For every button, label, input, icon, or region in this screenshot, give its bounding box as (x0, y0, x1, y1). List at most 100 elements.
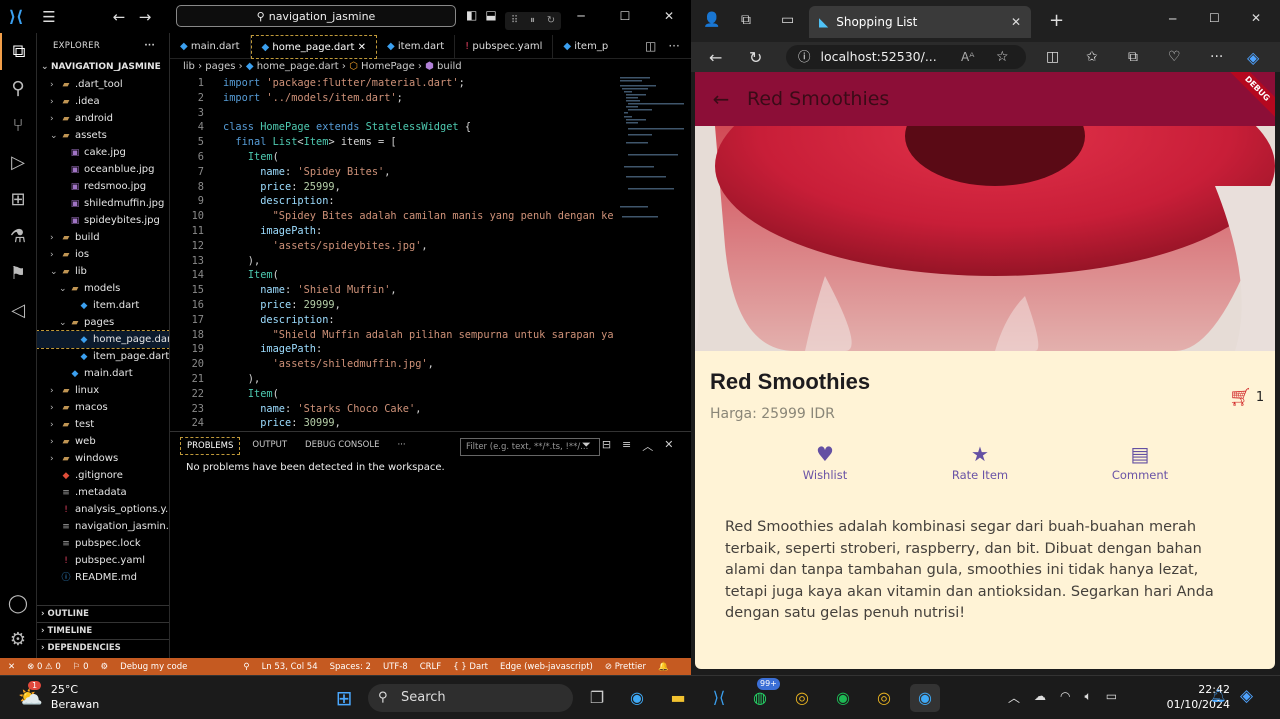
code-line[interactable]: 13 ), (170, 254, 620, 269)
tab-item-page[interactable]: ◆ item_p (553, 35, 618, 59)
tree-root[interactable]: ⌄ NAVIGATION_JASMINE (37, 59, 169, 76)
tree-item[interactable]: ▣ shiledmuffin.jpg (37, 195, 169, 212)
spotify-icon[interactable]: ◉ (828, 684, 858, 712)
bookmark-icon[interactable]: ⚑ (0, 255, 36, 292)
forward-arrow-icon[interactable]: → (132, 8, 158, 26)
code-line[interactable]: 1 import 'package:flutter/material.dart'; (170, 76, 620, 91)
code-line[interactable]: 5 final List<Item> items = [ (170, 135, 620, 150)
favorites-icon[interactable]: ✩ (1086, 49, 1098, 65)
debug-status[interactable]: Debug my code (120, 662, 187, 672)
tab-debug-console[interactable]: DEBUG CONSOLE (299, 437, 385, 455)
maximize-icon[interactable]: ☐ (1209, 11, 1220, 25)
filter-icon[interactable]: ⏷ (582, 438, 591, 454)
tree-item[interactable]: ◆ main.dart (37, 365, 169, 382)
split-editor-icon[interactable]: ◫ (645, 39, 656, 53)
file-explorer-icon[interactable]: ▬ (663, 684, 693, 712)
edge-active-icon[interactable]: ◉ (910, 684, 940, 712)
more-actions-icon[interactable]: ··· (668, 39, 679, 53)
problems-status[interactable]: ⊗ 0 ⚠ 0 (27, 662, 61, 672)
split-screen-icon[interactable]: ◫ (1046, 49, 1059, 65)
code-line[interactable]: 21 ), (170, 372, 620, 387)
code-line[interactable]: 10 "Spidey Bites adalah camilan manis ya… (170, 209, 620, 224)
back-arrow-icon[interactable]: ← (106, 8, 132, 26)
copilot-icon[interactable]: ◈ (1247, 48, 1259, 67)
indentation[interactable]: Spaces: 2 (330, 662, 371, 672)
tree-item[interactable]: ⓘ README.md (37, 569, 169, 586)
code-line[interactable]: 14 Item( (170, 268, 620, 283)
menu-icon[interactable]: ☰ (36, 8, 62, 26)
tree-item[interactable]: ⌄ ▰ assets (37, 127, 169, 144)
zoom-icon[interactable]: ⚲ (243, 662, 249, 672)
edge-app-icon[interactable]: ◉ (622, 684, 652, 712)
tree-item[interactable]: ◆ item.dart (37, 297, 169, 314)
collapse-all-icon[interactable]: ⊟ (602, 438, 611, 454)
command-center-search[interactable]: ⚲ navigation_jasmine (176, 5, 456, 27)
code-line[interactable]: 12 'assets/spideybites.jpg', (170, 239, 620, 254)
code-line[interactable]: 7 name: 'Spidey Bites', (170, 165, 620, 180)
language-mode[interactable]: { } Dart (453, 662, 488, 672)
tab-actions-icon[interactable]: ▭ (781, 12, 794, 28)
tree-item[interactable]: ⌄ ▰ pages (37, 314, 169, 331)
code-line[interactable]: 16 price: 29999, (170, 298, 620, 313)
explorer-icon[interactable]: ⧉ (0, 33, 36, 70)
battery-icon[interactable]: ▭ (1106, 689, 1117, 706)
workspaces-icon[interactable]: ⧉ (741, 12, 751, 28)
account-icon[interactable]: ◯ (0, 585, 36, 622)
browser-essentials-icon[interactable]: ♡ (1168, 49, 1181, 65)
wishlist-button[interactable]: ♥ Wishlist (775, 442, 875, 482)
run-debug-icon[interactable]: ▷ (0, 144, 36, 181)
tree-item[interactable]: ◆ item_page.dart (37, 348, 169, 365)
code-line[interactable]: 6 Item( (170, 150, 620, 165)
ports-status[interactable]: ⚐ 0 (73, 662, 89, 672)
tree-item[interactable]: ◆ home_page.dart (37, 330, 169, 349)
tree-item[interactable]: › ▰ linux (37, 382, 169, 399)
debug-target[interactable]: Edge (web-javascript) (500, 662, 593, 672)
code-line[interactable]: 3 (170, 106, 620, 121)
tree-item[interactable]: › ▰ web (37, 433, 169, 450)
code-line[interactable]: 22 Item( (170, 387, 620, 402)
copilot-icon[interactable]: ◈ (1240, 686, 1253, 706)
tree-item[interactable]: ▣ spideybites.jpg (37, 212, 169, 229)
dependencies-section[interactable]: › DEPENDENCIES (37, 639, 169, 656)
favorite-star-icon[interactable]: ☆ (996, 49, 1009, 65)
tree-item[interactable]: ◆ .gitignore (37, 467, 169, 484)
chrome-profile-icon[interactable]: ◎ (869, 684, 899, 712)
tree-item[interactable]: › ▰ test (37, 416, 169, 433)
code-line[interactable]: 24 price: 30999, (170, 416, 620, 431)
back-arrow-icon[interactable]: ← (709, 48, 722, 67)
maximize-icon[interactable]: ☐ (603, 0, 647, 33)
read-aloud-icon[interactable]: Aᴬ (961, 50, 974, 64)
encoding[interactable]: UTF-8 (383, 662, 408, 672)
tree-item[interactable]: › ▰ build (37, 229, 169, 246)
close-icon[interactable]: ✕ (1251, 11, 1261, 25)
weather-widget[interactable]: ⛅ 1 25°C Berawan (18, 681, 99, 712)
tree-item[interactable]: ⌄ ▰ lib (37, 263, 169, 280)
tree-item[interactable]: › ▰ windows (37, 450, 169, 467)
tab-item-dart[interactable]: ◆ item.dart (377, 35, 456, 59)
cloud-off-icon[interactable]: ☁ (1034, 689, 1046, 706)
tree-item[interactable]: ⌄ ▰ models (37, 280, 169, 297)
tree-item[interactable]: ! analysis_options.y... (37, 501, 169, 518)
breadcrumb-item[interactable]: build (437, 61, 462, 72)
code-line[interactable]: 15 name: 'Shield Muffin', (170, 283, 620, 298)
cart-indicator[interactable]: 🛒︎ 1 (1229, 387, 1264, 408)
close-tab-icon[interactable]: ✕ (358, 42, 366, 53)
tab-pubspec-yaml[interactable]: ! pubspec.yaml (455, 35, 554, 59)
toggle-sidebar-icon[interactable]: ◧ (466, 8, 477, 22)
outline-section[interactable]: › OUTLINE (37, 605, 169, 622)
toggle-panel-icon[interactable]: ⬓ (485, 8, 496, 22)
tab-problems[interactable]: PROBLEMS (180, 437, 241, 455)
tree-item[interactable]: ▣ cake.jpg (37, 144, 169, 161)
collections-icon[interactable]: ⧉ (1128, 49, 1138, 65)
tree-item[interactable]: ▣ oceanblue.jpg (37, 161, 169, 178)
prettier-status[interactable]: ⊘ Prettier (605, 662, 646, 672)
minimize-icon[interactable]: ─ (559, 0, 603, 33)
view-as-list-icon[interactable]: ≡ (622, 438, 631, 454)
volume-icon[interactable]: 🔈︎ (1085, 689, 1092, 706)
code-line[interactable]: 2 import '../models/item.dart'; (170, 91, 620, 106)
code-line[interactable]: 20 'assets/shiledmuffin.jpg', (170, 357, 620, 372)
back-arrow-icon[interactable]: ← (695, 87, 747, 111)
start-menu-icon[interactable]: ⊞ (329, 684, 359, 712)
code-line[interactable]: 19 imagePath: (170, 342, 620, 357)
remote-icon[interactable]: ✕ (8, 662, 15, 672)
